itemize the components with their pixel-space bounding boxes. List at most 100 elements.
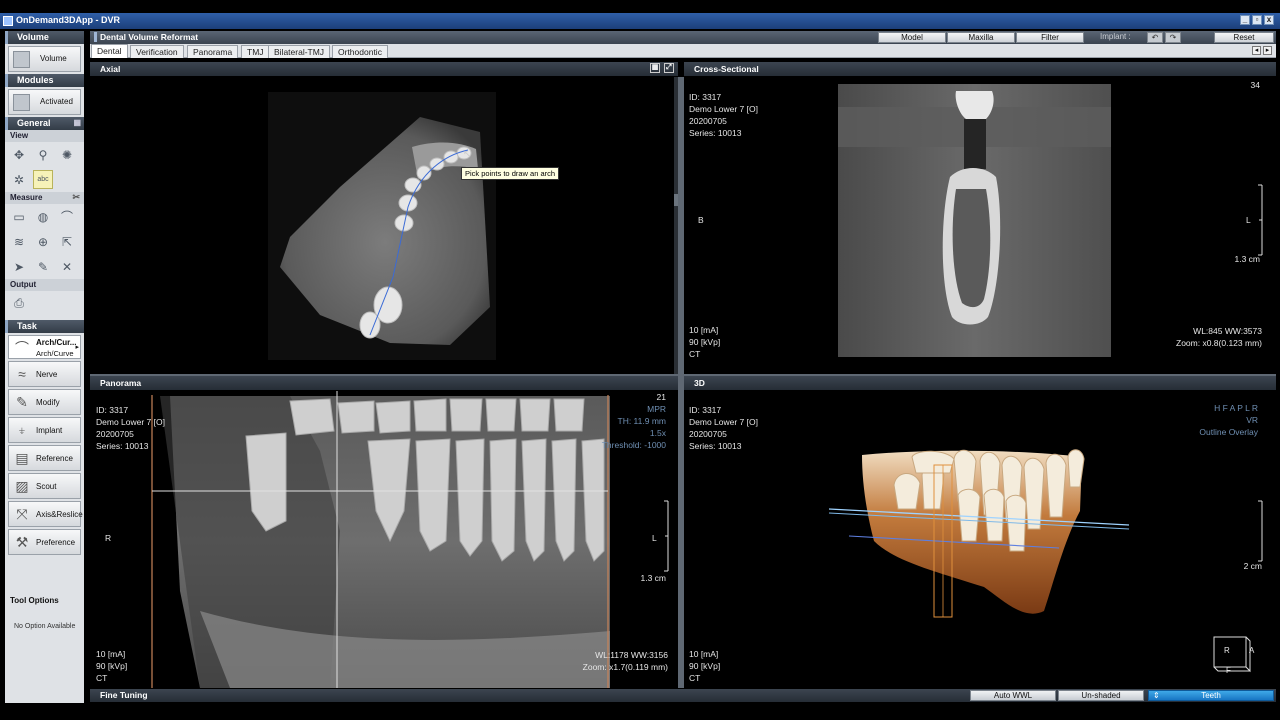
fine-tuning-title: Fine Tuning bbox=[100, 690, 148, 700]
profile-icon[interactable]: ≋ bbox=[9, 232, 29, 251]
layout-grid-icon[interactable]: ▦ bbox=[650, 63, 660, 73]
model-button[interactable]: Model bbox=[878, 32, 946, 43]
delete-icon[interactable]: ✕ bbox=[57, 257, 77, 276]
output-label: Output bbox=[10, 280, 37, 289]
unshaded-button[interactable]: Un-shaded bbox=[1058, 690, 1144, 701]
orientation-cube[interactable] bbox=[1213, 636, 1247, 668]
threed-scale-label: 2 cm bbox=[1243, 561, 1262, 571]
pointer-icon[interactable]: ➤ bbox=[9, 257, 29, 276]
minimize-button[interactable]: _ bbox=[1240, 15, 1250, 25]
print-icon[interactable]: ⎙ bbox=[9, 294, 29, 313]
view-subheader: View bbox=[5, 130, 84, 142]
arrow-annot-icon[interactable]: ⇱ bbox=[57, 232, 77, 251]
reference-task-button[interactable]: ▤ Reference bbox=[8, 445, 81, 471]
reset-button[interactable]: Reset bbox=[1214, 32, 1274, 43]
scout-task-button[interactable]: ▨ Scout bbox=[8, 473, 81, 499]
expand-arrow-icon[interactable]: ▸ bbox=[75, 343, 79, 351]
fine-tuning-bar: Fine Tuning Auto WWL Un-shaded ⇕ Teeth bbox=[90, 689, 1276, 702]
panorama-threshold: Threshold: -1000 bbox=[601, 440, 666, 450]
panorama-ma: 10 [mA] bbox=[96, 649, 126, 659]
tool-options-text: No Option Available bbox=[14, 623, 76, 630]
tab-panorama[interactable]: Panorama bbox=[187, 45, 239, 58]
axial-header: Axial ▦ ⤢ bbox=[90, 62, 678, 76]
modify-label: Modify bbox=[36, 398, 60, 407]
cross-id: ID: 3317 bbox=[689, 92, 722, 102]
threed-series: Series: 10013 bbox=[689, 441, 742, 451]
area-icon[interactable]: ◍ bbox=[33, 207, 53, 226]
arch-curve-task-button[interactable]: ⌒ Arch/Cur... Arch/Curve ▸ bbox=[8, 335, 81, 359]
layout-next-icon[interactable]: ▸ bbox=[1263, 46, 1272, 55]
modify-icon: ✎ bbox=[16, 394, 28, 410]
scout-icon: ▨ bbox=[15, 478, 29, 494]
curve-icon[interactable]: ⌒ bbox=[57, 207, 77, 226]
tab-bilateral-tmj[interactable]: Bilateral-TMJ bbox=[268, 45, 331, 58]
reference-icon: ▤ bbox=[15, 450, 29, 466]
cross-slice-number: 34 bbox=[1250, 80, 1260, 90]
close-button[interactable]: x bbox=[1264, 15, 1274, 25]
axis-reslice-task-button[interactable]: ⤧ Axis&Reslice bbox=[8, 501, 83, 527]
annotation-icon[interactable]: abc bbox=[33, 170, 53, 189]
restore-button[interactable]: ▫ bbox=[1252, 15, 1262, 25]
angle-icon[interactable]: ⊕ bbox=[33, 232, 53, 251]
redo-icon[interactable]: ↷ bbox=[1165, 32, 1181, 43]
tab-dental[interactable]: Dental bbox=[91, 44, 128, 58]
threed-id: ID: 3317 bbox=[689, 405, 722, 415]
cross-header: Cross-Sectional bbox=[684, 62, 1276, 76]
threed-name: Demo Lower 7 [O] bbox=[689, 417, 758, 427]
modules-button[interactable]: Activated bbox=[8, 89, 81, 115]
brightness-icon[interactable]: ✺ bbox=[57, 145, 77, 164]
tab-verification[interactable]: Verification bbox=[130, 45, 184, 58]
cross-title: Cross-Sectional bbox=[694, 64, 759, 74]
threed-ma: 10 [mA] bbox=[689, 649, 719, 659]
cube-label-f: F bbox=[1226, 666, 1231, 675]
pencil-icon[interactable]: ✎ bbox=[33, 257, 53, 276]
cross-series: Series: 10013 bbox=[689, 128, 742, 138]
threed-orient[interactable]: H F A P L R bbox=[1199, 402, 1258, 414]
volume-icon bbox=[13, 51, 30, 68]
rotate-icon[interactable]: ✲ bbox=[9, 170, 29, 189]
maximize-icon[interactable]: ⤢ bbox=[664, 63, 674, 73]
grid-icon[interactable]: ▦ bbox=[73, 118, 81, 127]
nerve-task-button[interactable]: ≈ Nerve bbox=[8, 361, 81, 387]
auto-wwl-button[interactable]: Auto WWL bbox=[970, 690, 1056, 701]
modify-task-button[interactable]: ✎ Modify bbox=[8, 389, 81, 415]
modules-button-label: Activated bbox=[40, 97, 73, 106]
teeth-preset-select[interactable]: ⇕ Teeth bbox=[1148, 690, 1274, 701]
preference-task-button[interactable]: ⚒ Preference bbox=[8, 529, 81, 555]
ruler-icon[interactable]: ▭ bbox=[9, 207, 29, 226]
tab-tmj[interactable]: TMJ bbox=[241, 45, 270, 58]
threed-top-right-info: H F A P L R VR Outline Overlay bbox=[1199, 402, 1258, 438]
general-header-label: General bbox=[17, 118, 51, 128]
maxilla-button[interactable]: Maxilla bbox=[947, 32, 1015, 43]
panorama-mode: MPR bbox=[647, 404, 666, 414]
filter-button[interactable]: Filter bbox=[1016, 32, 1084, 43]
measure-tools-icon[interactable]: ✂ bbox=[72, 192, 80, 203]
axis-reslice-icon: ⤧ bbox=[16, 506, 28, 522]
layout-prev-icon[interactable]: ◂ bbox=[1252, 46, 1261, 55]
undo-icon[interactable]: ↶ bbox=[1147, 32, 1163, 43]
zoom-icon[interactable]: ⚲ bbox=[33, 145, 53, 164]
panorama-slice: 21 bbox=[656, 392, 666, 402]
threed-vr[interactable]: VR bbox=[1199, 414, 1258, 426]
panorama-wlww: WL:1178 WW:3156 bbox=[595, 650, 668, 660]
threed-viewport[interactable]: ID: 3317 Demo Lower 7 [O] 20200705 Serie… bbox=[684, 391, 1276, 688]
cross-kvp: 90 [kVp] bbox=[689, 337, 721, 347]
panorama-series: Series: 10013 bbox=[96, 441, 149, 451]
implant-label: Implant : bbox=[1100, 32, 1131, 41]
panorama-top-right-info: 21 MPR TH: 11.9 mm 1.5x Threshold: -1000 bbox=[602, 391, 666, 451]
pan-icon[interactable]: ✥ bbox=[9, 145, 29, 164]
cube-label-a: A bbox=[1249, 646, 1255, 655]
threed-date: 20200705 bbox=[689, 429, 727, 439]
volume-button[interactable]: Volume bbox=[8, 46, 81, 72]
panorama-viewport[interactable]: ID: 3317 Demo Lower 7 [O] 20200705 Serie… bbox=[90, 391, 678, 688]
panorama-zoom-factor: 1.5x bbox=[649, 428, 666, 438]
panorama-display-info: WL:1178 WW:3156 Zoom: x1.7(0.119 mm) bbox=[583, 649, 668, 673]
tool-options-header: Tool Options bbox=[10, 596, 59, 605]
threed-image bbox=[828, 449, 1263, 673]
implant-icon: ⍖ bbox=[17, 422, 27, 438]
cross-viewport[interactable]: 34 ID: 3317 Demo Lower 7 [O] 20200705 Se… bbox=[684, 77, 1276, 374]
axial-viewport[interactable]: ↖ Pick points to draw an arch bbox=[90, 77, 678, 374]
tab-orthodontic[interactable]: Orthodontic bbox=[332, 45, 388, 58]
implant-task-button[interactable]: ⍖ Implant bbox=[8, 417, 81, 443]
threed-outline-overlay[interactable]: Outline Overlay bbox=[1199, 426, 1258, 438]
